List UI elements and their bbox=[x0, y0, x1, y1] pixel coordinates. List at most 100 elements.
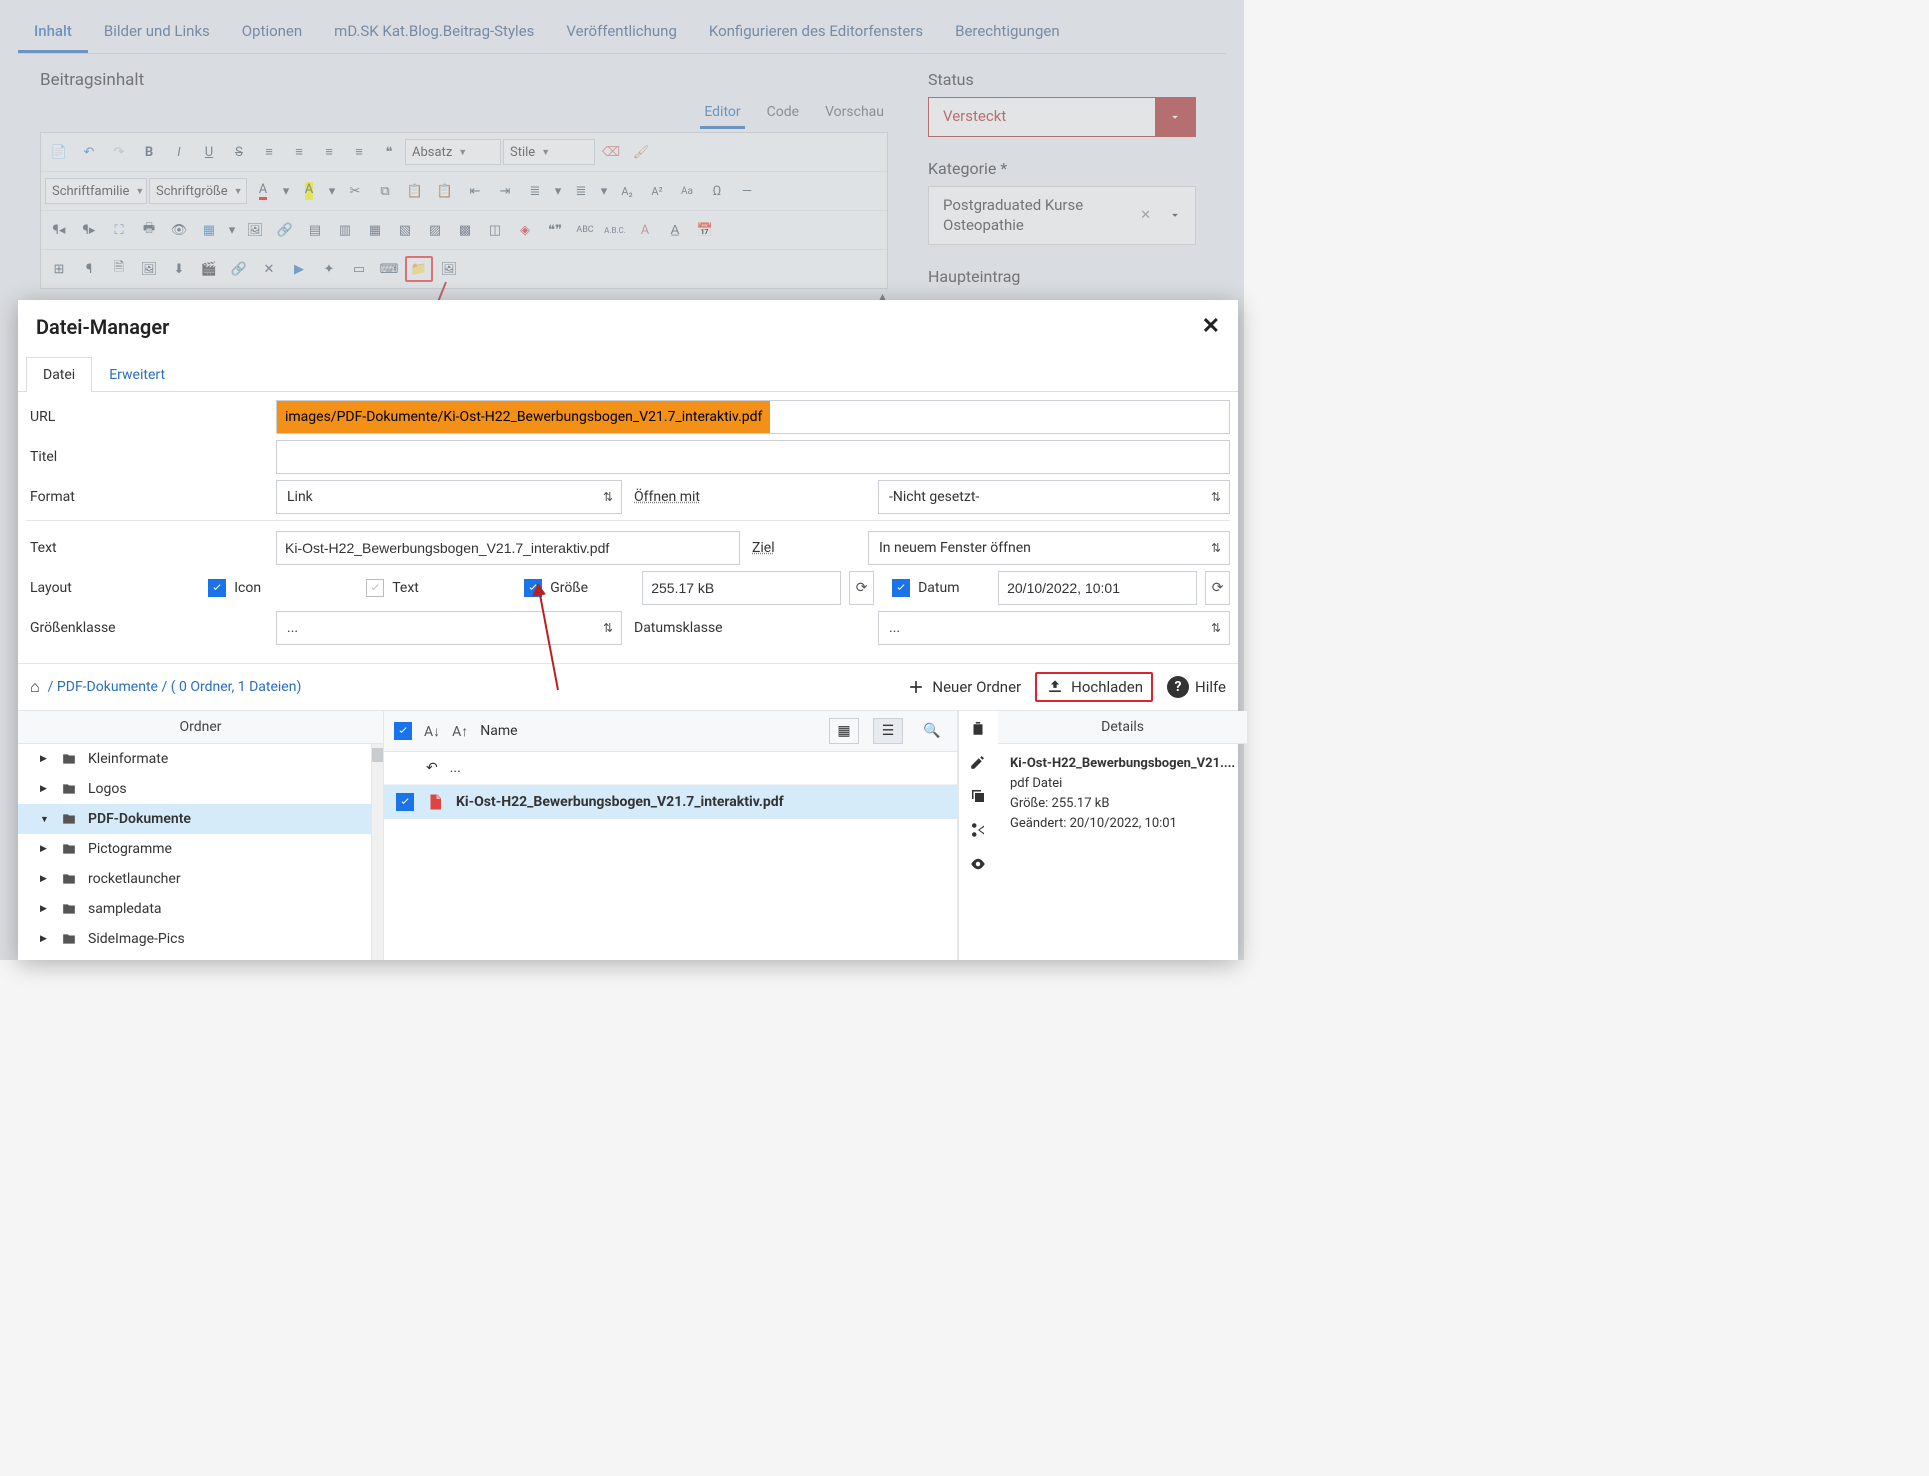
undo-icon[interactable]: ↶ bbox=[75, 139, 103, 165]
brush-icon[interactable]: 🖌 bbox=[627, 139, 655, 165]
hilfe-button[interactable]: ? Hilfe bbox=[1167, 676, 1226, 698]
groesse-input[interactable] bbox=[642, 571, 841, 605]
pilcrow-icon[interactable]: ¶ bbox=[75, 256, 103, 282]
url-input[interactable]: images/PDF-Dokumente/Ki-Ost-H22_Bewerbun… bbox=[277, 401, 770, 433]
cut-icon[interactable]: ✂ bbox=[341, 178, 369, 204]
align-left-icon[interactable]: ≡ bbox=[255, 139, 283, 165]
editor-tab-editor[interactable]: Editor bbox=[700, 98, 744, 129]
hochladen-button[interactable]: Hochladen bbox=[1035, 672, 1153, 702]
textcolor-icon[interactable]: A bbox=[249, 178, 277, 204]
fullscreen-icon[interactable]: ⛶ bbox=[105, 217, 133, 243]
table2-icon[interactable]: ⊞ bbox=[45, 256, 73, 282]
redo-icon[interactable]: ↷ bbox=[105, 139, 133, 165]
table-icon[interactable]: ▦ bbox=[195, 217, 223, 243]
fm-tab-datei[interactable]: Datei bbox=[26, 357, 92, 392]
editor-tab-preview[interactable]: Vorschau bbox=[821, 98, 888, 129]
search-icon[interactable]: 🔍 bbox=[917, 718, 947, 744]
refresh-size-icon[interactable]: ⟳ bbox=[849, 571, 874, 605]
copy-icon[interactable]: ⧉ bbox=[371, 178, 399, 204]
oeffnen-select[interactable]: -Nicht gesetzt-⇅ bbox=[878, 480, 1230, 514]
preview-icon[interactable]: 👁 bbox=[165, 217, 193, 243]
italic-icon[interactable]: I bbox=[165, 139, 193, 165]
bgcolor-dd-icon[interactable]: ▾ bbox=[325, 178, 339, 204]
ziel-select[interactable]: In neuem Fenster öffnen⇅ bbox=[868, 531, 1230, 565]
quote-icon[interactable]: ❝ bbox=[375, 139, 403, 165]
hr-icon[interactable]: — bbox=[733, 178, 761, 204]
fm-tab-erweitert[interactable]: Erweitert bbox=[92, 357, 182, 392]
paragraph-select[interactable]: Absatz▼ bbox=[405, 139, 501, 165]
cut-icon[interactable] bbox=[969, 821, 987, 839]
bold-icon[interactable]: B bbox=[135, 139, 163, 165]
text-checkbox[interactable] bbox=[366, 579, 384, 597]
list-bullet-icon[interactable]: ≣ bbox=[567, 178, 595, 204]
font2-icon[interactable]: A̲ bbox=[661, 217, 689, 243]
sort-asc-icon[interactable]: A↓ bbox=[424, 723, 440, 740]
datumsklasse-select[interactable]: ...⇅ bbox=[878, 611, 1230, 645]
format-select[interactable]: Link⇅ bbox=[276, 480, 622, 514]
widget4-icon[interactable]: ▨ bbox=[421, 217, 449, 243]
tab-berechtigungen[interactable]: Berechtigungen bbox=[939, 12, 1076, 53]
refresh-date-icon[interactable]: ⟳ bbox=[1205, 571, 1230, 605]
video-icon[interactable]: 🎬 bbox=[195, 256, 223, 282]
download-icon[interactable]: ⬇ bbox=[165, 256, 193, 282]
folder-item[interactable]: ▶rocketlauncher bbox=[18, 864, 383, 894]
titel-input[interactable] bbox=[276, 440, 1230, 474]
font-icon[interactable]: A bbox=[631, 217, 659, 243]
groessenklasse-select[interactable]: ...⇅ bbox=[276, 611, 622, 645]
flash-icon[interactable]: ✦ bbox=[315, 256, 343, 282]
widget7-icon[interactable]: ◈ bbox=[511, 217, 539, 243]
align-right-icon[interactable]: ≡ bbox=[315, 139, 343, 165]
tab-inhalt[interactable]: Inhalt bbox=[18, 12, 88, 53]
align-center-icon[interactable]: ≡ bbox=[285, 139, 313, 165]
sup-icon[interactable]: A² bbox=[643, 178, 671, 204]
pilcrow-right-icon[interactable]: ¶▸ bbox=[75, 217, 103, 243]
sort-desc-icon[interactable]: A↑ bbox=[452, 723, 468, 740]
delete-icon[interactable] bbox=[969, 719, 987, 737]
view-icon[interactable] bbox=[969, 855, 987, 873]
tab-mdsk-styles[interactable]: mD.SK Kat.Blog.Beitrag-Styles bbox=[318, 12, 550, 53]
scrollbar[interactable] bbox=[371, 744, 383, 960]
unlink-icon[interactable]: ✕ bbox=[255, 256, 283, 282]
paste-icon[interactable]: 📋 bbox=[401, 178, 429, 204]
char-icon[interactable]: Ω bbox=[703, 178, 731, 204]
editor-tab-code[interactable]: Code bbox=[763, 98, 803, 129]
clear-icon[interactable]: ✕ bbox=[1136, 208, 1155, 223]
home-icon[interactable]: ⌂ bbox=[30, 677, 40, 697]
pilcrow-left-icon[interactable]: ¶◂ bbox=[45, 217, 73, 243]
list-num-dd-icon[interactable]: ▾ bbox=[551, 178, 565, 204]
template-icon[interactable]: ▤ bbox=[301, 217, 329, 243]
outdent-icon[interactable]: ⇤ bbox=[461, 178, 489, 204]
fontsize-select[interactable]: Schriftgröße▼ bbox=[149, 178, 247, 204]
print-icon[interactable]: 🖶 bbox=[135, 217, 163, 243]
strike-icon[interactable]: S bbox=[225, 139, 253, 165]
tab-konfigurieren[interactable]: Konfigurieren des Editorfensters bbox=[693, 12, 939, 53]
sub-icon[interactable]: A₂ bbox=[613, 178, 641, 204]
insert-link-icon[interactable]: 🔗 bbox=[271, 217, 299, 243]
close-icon[interactable]: ✕ bbox=[1202, 314, 1220, 339]
selectall-checkbox[interactable] bbox=[394, 722, 412, 740]
file-row[interactable]: Ki-Ost-H22_Bewerbungsbogen_V21.7_interak… bbox=[384, 785, 957, 819]
abc2-icon[interactable]: A.B.C. bbox=[601, 217, 629, 243]
folder-item-active[interactable]: ▼PDF-Dokumente bbox=[18, 804, 383, 834]
datum-input[interactable] bbox=[998, 571, 1197, 605]
fontfamily-select[interactable]: Schriftfamilie▼ bbox=[45, 178, 147, 204]
table-dd-icon[interactable]: ▾ bbox=[225, 217, 239, 243]
folder-item[interactable]: ▶SideImage-Pics bbox=[18, 924, 383, 954]
paste-text-icon[interactable]: 📋 bbox=[431, 178, 459, 204]
new-doc-icon[interactable]: 📄 bbox=[45, 139, 73, 165]
tab-bilder-links[interactable]: Bilder und Links bbox=[88, 12, 226, 53]
file-checkbox[interactable] bbox=[396, 793, 414, 811]
folder-item[interactable]: ▶Kleinformate bbox=[18, 744, 383, 774]
widget5-icon[interactable]: ▩ bbox=[451, 217, 479, 243]
breadcrumb-folder[interactable]: PDF-Dokumente bbox=[57, 679, 158, 695]
edit-icon[interactable] bbox=[969, 753, 987, 771]
widget3-icon[interactable]: ▧ bbox=[391, 217, 419, 243]
folder-item[interactable]: ▶Logos bbox=[18, 774, 383, 804]
tab-veroeffentlichung[interactable]: Veröffentlichung bbox=[550, 12, 692, 53]
list-bullet-dd-icon[interactable]: ▾ bbox=[597, 178, 611, 204]
clean-icon[interactable]: ⌫ bbox=[597, 139, 625, 165]
folder-item[interactable]: ▶sampledata bbox=[18, 894, 383, 924]
abc-icon[interactable]: ABC bbox=[571, 217, 599, 243]
image2-icon[interactable]: 🖼 bbox=[135, 256, 163, 282]
chevron-down-icon[interactable] bbox=[1155, 98, 1195, 136]
